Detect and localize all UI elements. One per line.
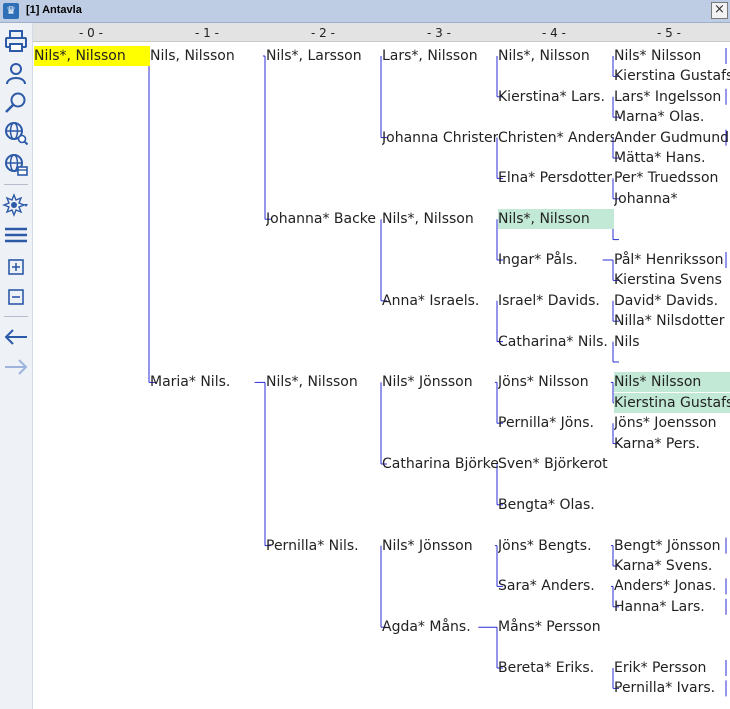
highlight-icon[interactable] [2,191,30,219]
person-node[interactable]: Maria* Nils. [150,372,266,392]
forward-arrow-icon [2,353,30,381]
person-node[interactable]: Nils*, Nilsson [266,372,382,392]
person-node[interactable]: Nils*, Nilsson [498,46,614,66]
person-node[interactable]: Johanna* Backe [266,209,382,229]
person-node[interactable]: Israel* Davids. [498,291,614,311]
person-node[interactable]: Nils*, Nilsson [498,209,614,230]
generation-1-label: - 1 - [195,26,219,40]
person-node[interactable]: Pernilla* Ivars. [614,678,730,698]
person-node[interactable]: Pernilla* Jöns. [498,413,614,433]
person-node[interactable]: Kierstina Gustafs [614,392,730,413]
person-node[interactable]: Ander Gudmund [614,128,730,148]
person-node[interactable]: Bengta* Olas. [498,495,614,515]
person-node[interactable]: Kierstina* Lars. [498,87,614,107]
generation-0-label: - 0 - [79,26,103,40]
person-node[interactable]: Anders* Jonas. [614,576,730,596]
person-node[interactable]: Christen* Anders [498,128,614,148]
person-node[interactable]: Catharina* Nils. [498,332,614,352]
person-node[interactable]: Nils* Jönsson [382,372,498,392]
menu-lines-icon[interactable] [2,221,30,249]
person-node[interactable]: Marna* Olas. [614,107,730,127]
person-node[interactable]: Sara* Anders. [498,576,614,596]
person-node[interactable]: Anna* Israels. [382,291,498,311]
title-bar: ♛ [1] Antavla × [0,0,730,23]
person-node[interactable]: Lars*, Nilsson [382,46,498,66]
collapse-minus-icon[interactable] [2,283,30,311]
generation-4-label: - 4 - [542,26,566,40]
side-toolbar [0,23,33,709]
person-node[interactable]: David* Davids. [614,291,730,311]
person-node[interactable]: Nils [614,332,730,352]
person-node[interactable]: Nils* Nilsson [614,46,730,66]
generation-3-label: - 3 - [427,26,451,40]
search-icon[interactable] [2,89,30,117]
person-node[interactable]: Jöns* Nilsson [498,372,614,392]
person-node[interactable]: Nils, Nilsson [150,46,266,66]
person-node[interactable]: Måns* Persson [498,617,614,637]
person-node[interactable]: Catharina Björke [382,454,498,474]
person-node[interactable]: Johanna Christer [382,128,498,148]
person-node[interactable]: Bereta* Eriks. [498,658,614,678]
print-icon[interactable] [2,27,30,55]
person-node[interactable]: Agda* Måns. [382,617,498,637]
person-node[interactable]: Per* Truedsson [614,168,730,188]
person-node[interactable]: Kierstina Svens [614,270,730,290]
person-node[interactable]: Lars* Ingelsson [614,87,730,107]
person-node[interactable]: Karna* Pers. [614,434,730,454]
person-node[interactable]: Nils* Nilsson [614,372,730,393]
person-node[interactable]: Kierstina Gustafs [614,66,730,86]
web-search-icon[interactable] [2,119,30,147]
person-node[interactable]: Karna* Svens. [614,556,730,576]
generation-5-label: - 5 - [657,26,681,40]
web-window-icon[interactable] [2,151,30,179]
person-node[interactable]: Pål* Henriksson [614,250,730,270]
person-node[interactable]: Bengt* Jönsson [614,536,730,556]
close-button[interactable]: × [711,2,728,19]
person-node[interactable]: Elna* Persdotter [498,168,614,188]
pedigree-tree: Nils*, Nilsson Nils, Nilsson Nils*, Larsso… [0,0,730,709]
window-title: [1] Antavla [26,4,82,16]
person-node[interactable]: Nilla* Nilsdotter [614,311,730,331]
person-node[interactable]: Jöns* Bengts. [498,536,614,556]
generation-2-label: - 2 - [311,26,335,40]
person-node[interactable]: Jöns* Joensson [614,413,730,433]
app-logo-icon: ♛ [3,3,19,19]
person-node[interactable]: Erik* Persson [614,658,730,678]
person-node[interactable]: Nils* Jönsson [382,536,498,556]
person-icon[interactable] [2,59,30,87]
person-node[interactable]: Nils*, Nilsson [34,46,150,66]
generation-header: - 0 - - 1 - - 2 - - 3 - - 4 - - 5 - [33,23,730,42]
expand-plus-icon[interactable] [2,253,30,281]
person-node[interactable]: Mätta* Hans. [614,148,730,168]
person-node[interactable]: Nils*, Larsson [266,46,382,66]
person-node[interactable]: Ingar* Påls. [498,250,614,270]
person-node[interactable]: Sven* Björkerot [498,454,614,474]
person-node[interactable]: Pernilla* Nils. [266,536,382,556]
person-node[interactable]: Nils*, Nilsson [382,209,498,229]
person-node[interactable]: Hanna* Lars. [614,597,730,617]
person-node[interactable]: Johanna* [614,189,730,209]
back-arrow-icon[interactable] [2,323,30,351]
